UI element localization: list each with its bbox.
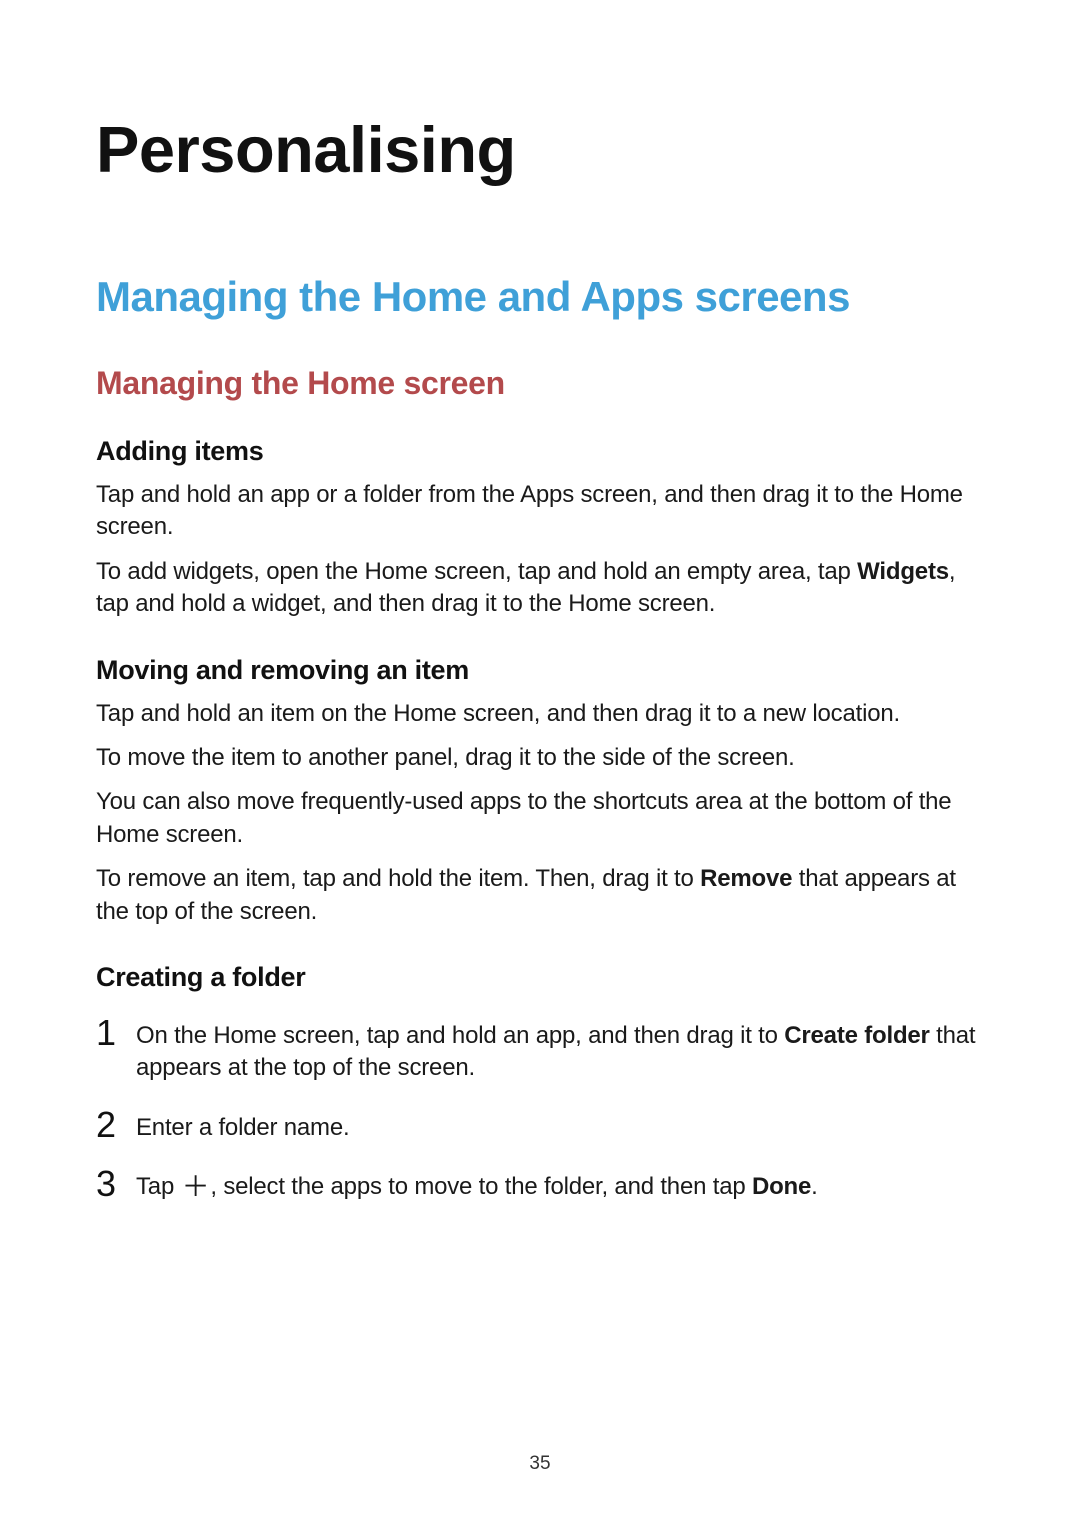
text-run: Tap	[136, 1173, 181, 1200]
text-run: To add widgets, open the Home screen, ta…	[96, 558, 857, 585]
list-body: Tap ＋, select the apps to move to the fo…	[136, 1166, 818, 1203]
list-item: 3 Tap ＋, select the apps to move to the …	[96, 1144, 984, 1203]
topic-heading-adding-items: Adding items	[96, 402, 984, 467]
list-number: 3	[96, 1166, 118, 1202]
topic-heading-moving-removing: Moving and removing an item	[96, 621, 984, 686]
body-text: Tap and hold an app or a folder from the…	[96, 467, 984, 544]
list-item: 1 On the Home screen, tap and hold an ap…	[96, 993, 984, 1085]
text-run: On the Home screen, tap and hold an app,…	[136, 1022, 784, 1049]
page-number: 35	[0, 1453, 1080, 1475]
text-bold: Done	[752, 1173, 811, 1200]
body-text: To move the item to another panel, drag …	[96, 730, 984, 774]
text-bold: Create folder	[784, 1022, 929, 1049]
text-run: , select the apps to move to the folder,…	[210, 1173, 752, 1200]
list-item: 2 Enter a folder name.	[96, 1085, 984, 1144]
list-number: 1	[96, 1015, 118, 1051]
document-page: Personalising Managing the Home and Apps…	[0, 0, 1080, 1527]
list-body: On the Home screen, tap and hold an app,…	[136, 1015, 984, 1085]
ordered-list: 1 On the Home screen, tap and hold an ap…	[96, 993, 984, 1204]
body-text: You can also move frequently-used apps t…	[96, 774, 984, 851]
body-text: Tap and hold an item on the Home screen,…	[96, 686, 984, 730]
page-title: Personalising	[96, 0, 984, 187]
section-heading: Managing the Home and Apps screens	[96, 187, 984, 321]
text-run: To remove an item, tap and hold the item…	[96, 865, 700, 892]
body-text: To add widgets, open the Home screen, ta…	[96, 544, 984, 621]
topic-heading-creating-folder: Creating a folder	[96, 928, 984, 993]
list-number: 2	[96, 1107, 118, 1143]
text-bold: Remove	[700, 865, 792, 892]
body-text: To remove an item, tap and hold the item…	[96, 851, 984, 928]
list-body: Enter a folder name.	[136, 1107, 349, 1144]
text-bold: Widgets	[857, 558, 949, 585]
text-run: .	[811, 1173, 817, 1200]
subsection-heading: Managing the Home screen	[96, 321, 984, 402]
